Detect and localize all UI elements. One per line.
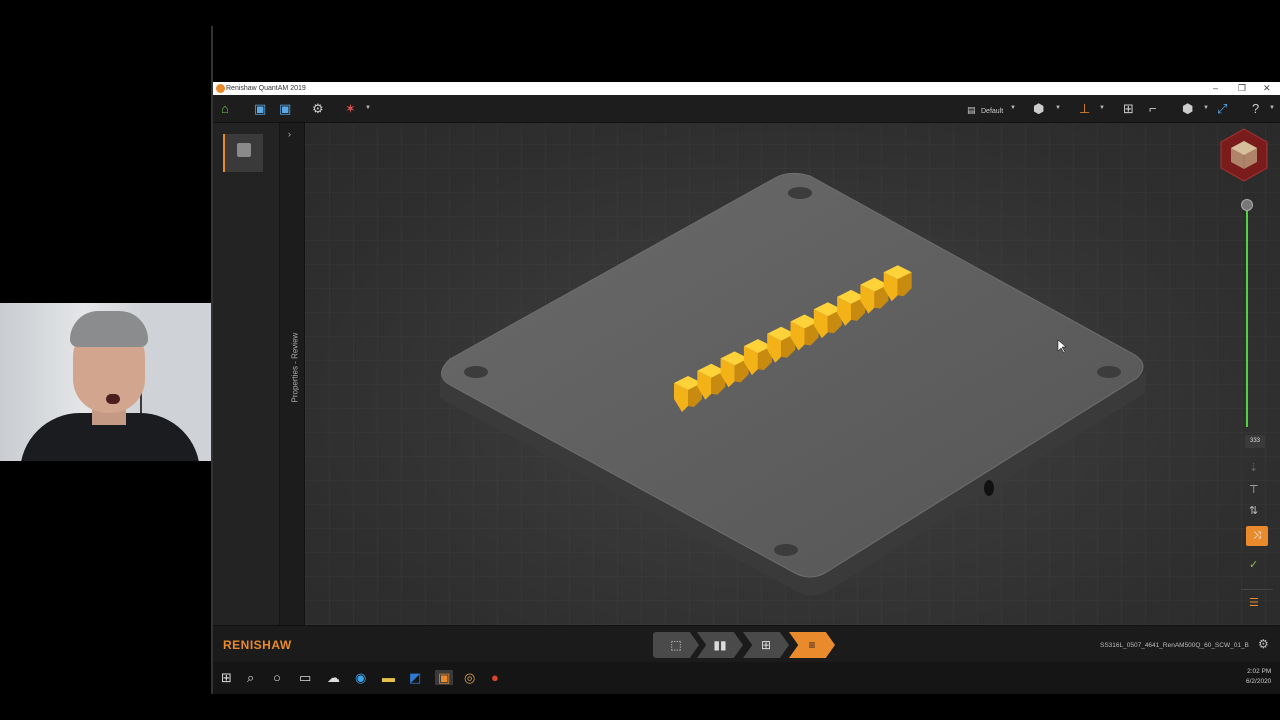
powerpoint-icon[interactable]: ● <box>491 670 499 685</box>
chevron-down-icon[interactable]: ▼ <box>1055 105 1061 111</box>
main-toolbar: ⌂ ▣ ▣ ⚙ ✶ ▼ ▤ Default ▼ ⬢ ▼ ⊥ ▼ ⊞ ⌐ ⬢ ▼ … <box>213 95 1280 123</box>
maximize-button[interactable]: ❐ <box>1238 82 1246 95</box>
plate-hole <box>1097 366 1121 378</box>
clock[interactable]: 2:02 PM 6/2/2020 <box>1246 667 1271 687</box>
app-taskbar-icon[interactable]: ◎ <box>464 670 475 685</box>
plate-hole <box>788 187 812 199</box>
part-list-panel: ● <box>213 123 280 659</box>
file-explorer-icon[interactable]: ▬ <box>382 670 395 685</box>
close-button[interactable]: ✕ <box>1263 82 1271 95</box>
view-cube-icon[interactable]: ⬢ <box>1182 101 1193 116</box>
swap-layers-icon[interactable]: ⇅ <box>1249 504 1258 517</box>
build-filename: SS316L_0507_4641_RenAM500Q_60_SCW_01_B <box>1100 642 1249 649</box>
layer-number-field[interactable]: 333 <box>1245 435 1265 448</box>
gear-icon[interactable]: ⚙ <box>312 101 324 116</box>
material-icon[interactable]: ⬢ <box>1033 101 1044 116</box>
chevron-down-icon[interactable]: ▼ <box>1010 105 1016 111</box>
home-icon[interactable]: ⌂ <box>221 101 229 116</box>
workflow-steps: ⬚ ▮▮ ⊞ ≡ <box>653 632 843 658</box>
view-preset-label[interactable]: Default <box>981 104 1003 119</box>
quantam-taskbar-icon[interactable]: ▣ <box>435 670 454 685</box>
view-preset-icon: ▤ <box>967 105 976 115</box>
laser-icon[interactable]: ✶ <box>345 101 356 116</box>
task-view-icon[interactable]: ▭ <box>299 670 311 685</box>
grid-icon[interactable]: ⊞ <box>1123 101 1134 116</box>
chevron-down-icon[interactable]: ▼ <box>1203 105 1209 111</box>
build-plate <box>441 172 1144 578</box>
cloud-icon[interactable]: ☁ <box>327 670 340 685</box>
part-thumbnail[interactable] <box>223 134 263 172</box>
view-cube-gizmo[interactable] <box>1216 127 1272 183</box>
expand-panel-icon[interactable]: › <box>288 129 291 139</box>
layer-slider[interactable] <box>1237 197 1257 432</box>
chevron-down-icon[interactable]: ▼ <box>1269 105 1275 111</box>
fit-view-icon[interactable]: ⤢ <box>1217 101 1227 116</box>
help-icon[interactable]: ? <box>1252 101 1259 116</box>
3d-viewport[interactable] <box>305 123 1280 625</box>
scan-path-toggle-button[interactable]: ⤨ <box>1246 526 1268 546</box>
properties-panel[interactable]: › Properties - Review <box>280 123 305 625</box>
support-icon[interactable]: ⊤ <box>1249 483 1259 496</box>
save-icon[interactable]: ▣ <box>254 101 266 116</box>
layer-slider-track <box>1246 205 1248 427</box>
outlook-icon[interactable]: ◩ <box>409 670 421 685</box>
build-direction-icon[interactable]: ⊥ <box>1079 101 1090 116</box>
workflow-step-layout[interactable]: ⬚ <box>653 632 699 658</box>
menu-icon[interactable]: ☰ <box>1249 596 1259 609</box>
webcam-feed <box>0 303 211 461</box>
properties-label[interactable]: Properties - Review <box>291 333 300 403</box>
plate-hole <box>774 544 798 556</box>
renishaw-logo: RENISHAW <box>223 638 292 652</box>
divider <box>1241 589 1273 590</box>
workflow-step-supports[interactable]: ▮▮ <box>697 632 743 658</box>
status-bar: RENISHAW ⬚ ▮▮ ⊞ ≡ SS316L_0507_4641_RenAM… <box>213 625 1280 663</box>
cortana-icon[interactable]: ○ <box>273 670 281 685</box>
ruler-icon[interactable]: ⌐ <box>1149 101 1157 116</box>
save-as-icon[interactable]: ▣ <box>279 101 291 116</box>
workflow-step-review[interactable]: ≡ <box>789 632 835 658</box>
windows-taskbar: ⊞ ⌕ ○ ▭ ☁ ◉ ▬ ◩ ▣ ◎ ● 2:02 PM 6/2/2020 <box>213 662 1280 694</box>
search-icon[interactable]: ⌕ <box>247 670 254 685</box>
edge-browser-icon[interactable]: ◉ <box>355 670 366 685</box>
cube-icon <box>237 143 251 157</box>
chevron-down-icon[interactable]: ▼ <box>1099 105 1105 111</box>
minimize-button[interactable]: – <box>1213 82 1218 95</box>
app-icon <box>216 84 225 93</box>
clock-date: 6/2/2020 <box>1246 678 1272 685</box>
windows-start-icon[interactable]: ⊞ <box>221 670 232 685</box>
machine-settings-icon[interactable]: ⚙ <box>1258 637 1269 651</box>
layer-slider-handle[interactable] <box>1241 199 1253 211</box>
move-down-icon[interactable]: ⇣ <box>1249 461 1258 474</box>
plate-side-hole <box>984 480 994 496</box>
window-title: Renishaw QuantAM 2019 <box>226 85 306 92</box>
plate-hole <box>464 366 488 378</box>
quantam-window: Renishaw QuantAM 2019 – ❐ ✕ ⌂ ▣ ▣ ⚙ ✶ ▼ … <box>213 82 1280 694</box>
checklist-icon[interactable]: ✓ <box>1249 558 1258 571</box>
workflow-step-scan[interactable]: ⊞ <box>743 632 789 658</box>
clock-time: 2:02 PM <box>1247 668 1272 675</box>
chevron-down-icon[interactable]: ▼ <box>365 105 371 111</box>
title-bar: Renishaw QuantAM 2019 – ❐ ✕ <box>213 82 1280 95</box>
build-plate-scene <box>440 172 1145 596</box>
